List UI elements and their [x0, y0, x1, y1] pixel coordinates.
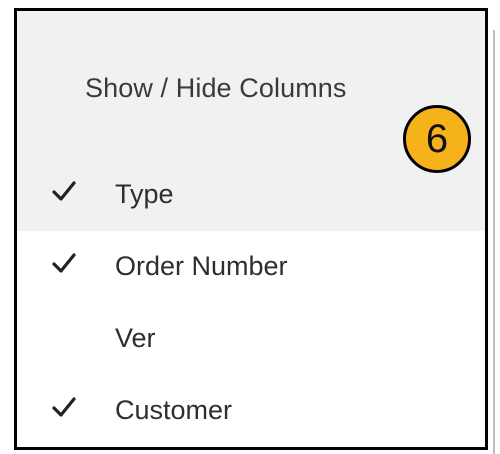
column-label: Customer [115, 395, 233, 425]
column-label: Type [115, 179, 174, 209]
callout-number-badge: 6 [403, 105, 471, 173]
screenshot-stage: Show / Hide Columns Type Order Number Ve… [0, 0, 500, 454]
column-toggle-customer[interactable]: Customer [17, 375, 485, 447]
check-icon [52, 397, 76, 417]
column-toggle-order-number[interactable]: Order Number [17, 231, 485, 303]
column-toggle-ver[interactable]: Ver [17, 303, 485, 375]
check-icon [52, 253, 76, 273]
column-label: Ver [115, 323, 156, 353]
check-icon [52, 181, 76, 201]
menu-title: Show / Hide Columns [85, 73, 347, 103]
divider [493, 30, 495, 454]
column-label: Order Number [115, 251, 288, 281]
column-toggle-type[interactable]: Type [17, 159, 485, 231]
show-hide-columns-menu: Show / Hide Columns Type Order Number Ve… [14, 8, 488, 450]
